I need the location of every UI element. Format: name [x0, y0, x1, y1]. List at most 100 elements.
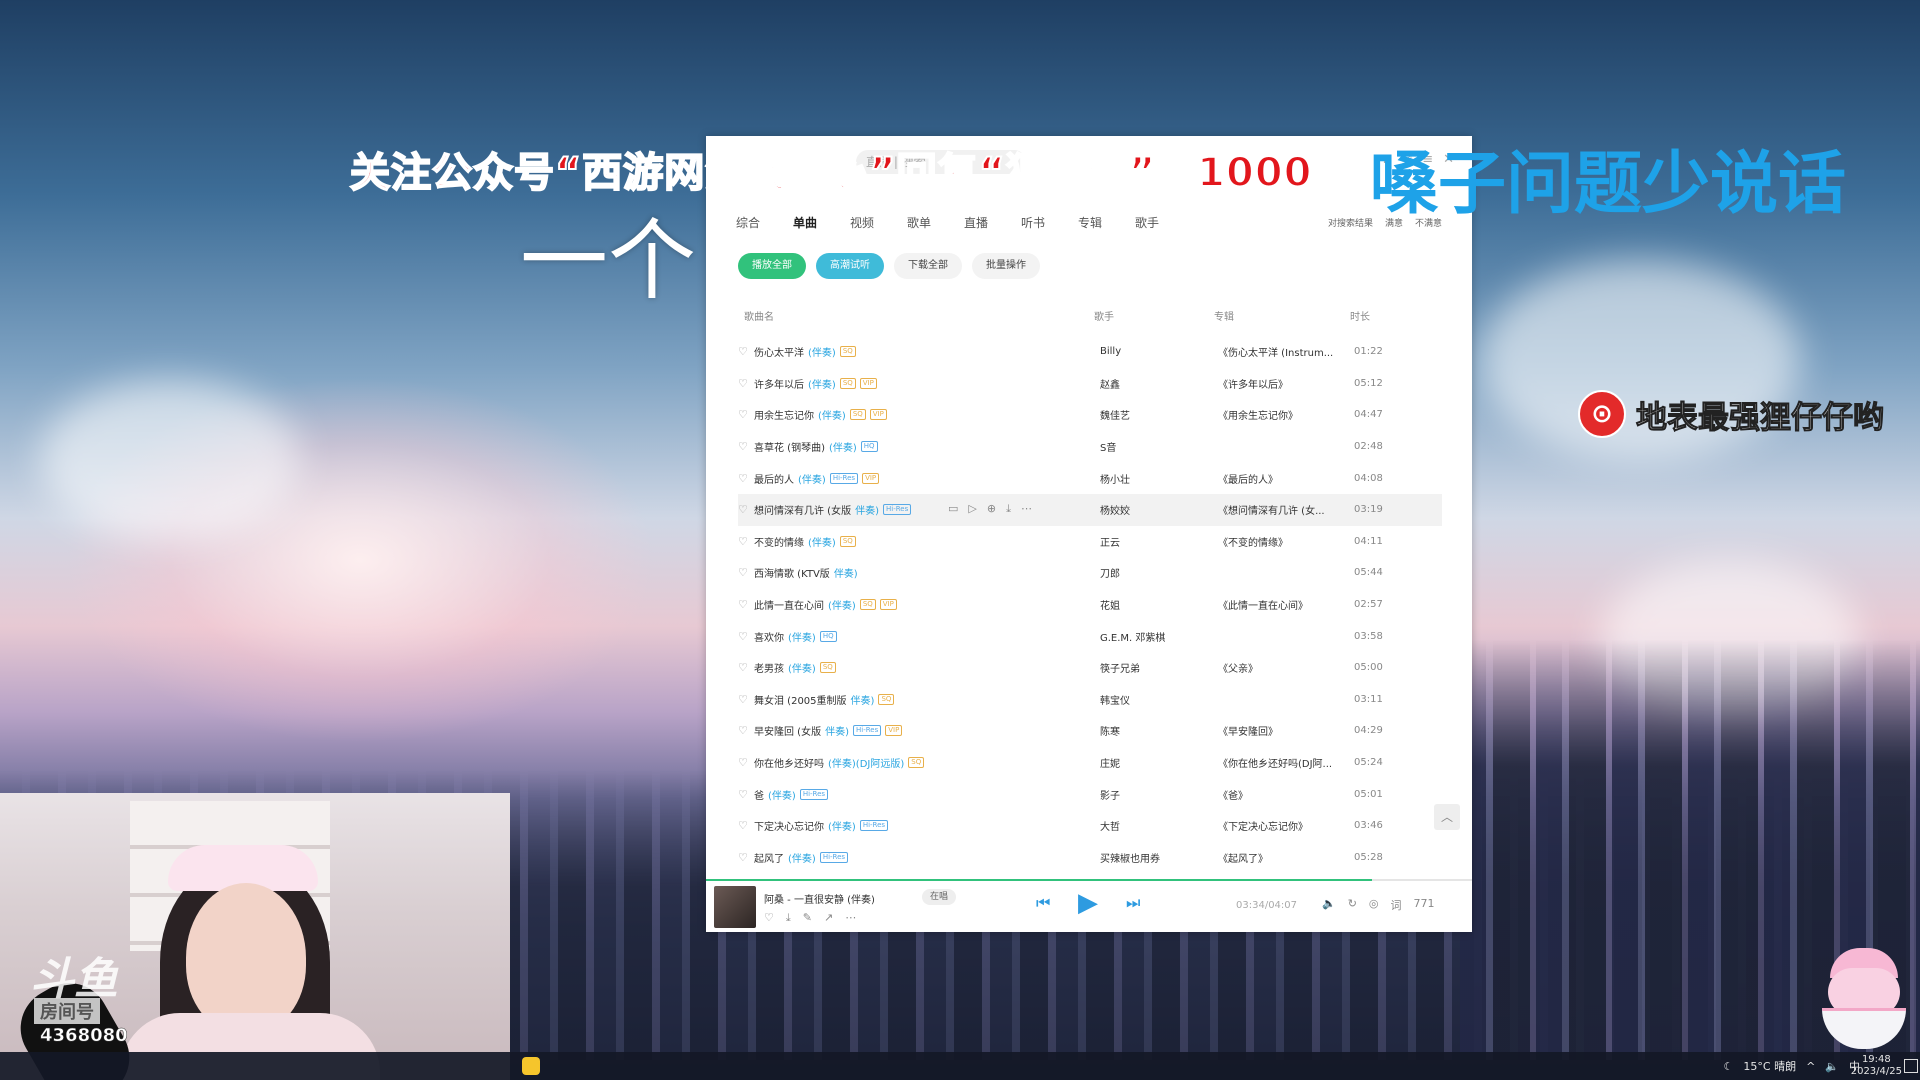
song-singer[interactable]: 庄妮: [1100, 755, 1218, 770]
song-album[interactable]: 《起风了》: [1218, 850, 1354, 865]
song-row[interactable]: ♡ 下定决心忘记你 (伴奏) Hi-Res 大哲 《下定决心忘记你》 03:46: [738, 810, 1442, 842]
lyrics-icon[interactable]: 词: [1391, 897, 1402, 913]
album-cover[interactable]: [714, 886, 756, 928]
song-row[interactable]: ♡ 你在他乡还好吗 (伴奏)(DJ阿远版) SQ 庄妮 《你在他乡还好吗(DJ阿... 05…: [738, 747, 1442, 779]
weather-text[interactable]: 15°C 晴朗: [1743, 1058, 1796, 1074]
song-album[interactable]: 《不变的情缘》: [1218, 534, 1354, 549]
song-row[interactable]: ♡ 此情一直在心间 (伴奏) SQ VIP 花姐 《此情一直在心间》 02:57: [738, 589, 1442, 621]
heart-icon[interactable]: ♡: [738, 724, 754, 737]
song-singer[interactable]: 杨姣姣: [1100, 502, 1218, 517]
prev-icon[interactable]: ⏮: [1036, 893, 1050, 913]
song-row[interactable]: ♡ 许多年以后 (伴奏) SQ VIP 赵鑫 《许多年以后》 05:12: [738, 368, 1442, 400]
chevron-up-icon[interactable]: ^: [1806, 1060, 1815, 1073]
comment-icon[interactable]: ✎: [803, 911, 812, 925]
play-row-icon[interactable]: ▷: [968, 502, 976, 516]
loop-icon[interactable]: ↻: [1348, 897, 1357, 913]
song-singer[interactable]: S音: [1100, 439, 1218, 454]
download-row-icon[interactable]: ⤓: [1006, 502, 1011, 516]
like-icon[interactable]: ♡: [764, 911, 774, 925]
song-singer[interactable]: 花姐: [1100, 597, 1218, 612]
clock[interactable]: 19:48 2023/4/25: [1851, 1054, 1902, 1078]
song-singer[interactable]: Billy: [1100, 346, 1218, 357]
hires-preview-button[interactable]: 高潮试听: [816, 253, 884, 279]
play-icon[interactable]: ▶: [1078, 888, 1098, 918]
song-row[interactable]: ♡ 喜草花 (钢琴曲) (伴奏) HQ S音 02:48: [738, 431, 1442, 463]
song-album[interactable]: 《下定决心忘记你》: [1218, 818, 1354, 833]
song-singer[interactable]: 筷子兄弟: [1100, 660, 1218, 675]
now-playing-title[interactable]: 阿桑 - 一直很安静 (伴奏): [764, 891, 875, 906]
col-duration[interactable]: 时长: [1350, 308, 1370, 323]
song-album[interactable]: 《伤心太平洋 (Instrum...: [1218, 344, 1354, 359]
download-icon[interactable]: ⤓: [786, 911, 791, 925]
scroll-top-button[interactable]: ︿: [1434, 804, 1460, 830]
tab-4[interactable]: 直播: [964, 214, 1021, 231]
tab-6[interactable]: 专辑: [1078, 214, 1135, 231]
song-row[interactable]: ♡ 喜欢你 (伴奏) HQ G.E.M. 邓紫棋 03:58: [738, 620, 1442, 652]
heart-icon[interactable]: ♡: [738, 598, 754, 611]
heart-icon[interactable]: ♡: [738, 851, 754, 864]
song-singer[interactable]: 魏佳艺: [1100, 407, 1218, 422]
more-row-icon[interactable]: ⋯: [1021, 502, 1032, 516]
song-album[interactable]: 《你在他乡还好吗(DJ阿...: [1218, 755, 1354, 770]
song-album[interactable]: 《想问情深有几许 (女...: [1218, 502, 1354, 517]
heart-icon[interactable]: ♡: [738, 535, 754, 548]
song-singer[interactable]: 买辣椒也用券: [1100, 850, 1218, 865]
tab-2[interactable]: 视频: [850, 214, 907, 231]
song-singer[interactable]: 影子: [1100, 787, 1218, 802]
song-singer[interactable]: 杨小壮: [1100, 471, 1218, 486]
song-row[interactable]: ♡ 不变的情缘 (伴奏) SQ 正云 《不变的情缘》 04:11: [738, 526, 1442, 558]
col-singer[interactable]: 歌手: [1094, 308, 1114, 323]
heart-icon[interactable]: ♡: [738, 440, 754, 453]
song-row[interactable]: ♡ 想问情深有几许 (女版 伴奏) Hi-Res 杨姣姣 《想问情深有几许 (女... 03…: [738, 493, 1442, 526]
add-icon[interactable]: ⊕: [987, 502, 996, 516]
song-row[interactable]: ♡ 最后的人 (伴奏) Hi-Res VIP 杨小壮 《最后的人》 04:08: [738, 462, 1442, 494]
tab-0[interactable]: 综合: [736, 214, 793, 231]
tab-7[interactable]: 歌手: [1135, 214, 1192, 231]
song-album[interactable]: 《许多年以后》: [1218, 376, 1354, 391]
tab-1[interactable]: 单曲: [793, 214, 850, 231]
volume-icon[interactable]: 🔈: [1322, 897, 1336, 913]
heart-icon[interactable]: ♡: [738, 503, 754, 516]
heart-icon[interactable]: ♡: [738, 472, 754, 485]
tab-5[interactable]: 听书: [1021, 214, 1078, 231]
song-row[interactable]: ♡ 爸 (伴奏) Hi-Res 影子 《爸》 05:01: [738, 778, 1442, 810]
song-row[interactable]: ♡ 用余生忘记你 (伴奏) SQ VIP 魏佳艺 《用余生忘记你》 04:47: [738, 399, 1442, 431]
col-album[interactable]: 专辑: [1214, 308, 1234, 323]
song-singer[interactable]: 韩宝仪: [1100, 692, 1218, 707]
song-singer[interactable]: 大哲: [1100, 818, 1218, 833]
share-icon[interactable]: ↗: [824, 911, 833, 925]
play-all-button[interactable]: 播放全部: [738, 253, 806, 279]
song-singer[interactable]: 赵鑫: [1100, 376, 1218, 391]
notification-icon[interactable]: [1904, 1059, 1918, 1073]
song-album[interactable]: 《此情一直在心间》: [1218, 597, 1354, 612]
singing-chip[interactable]: 在唱: [922, 889, 957, 905]
heart-icon[interactable]: ♡: [738, 630, 754, 643]
heart-icon[interactable]: ♡: [738, 377, 754, 390]
song-album[interactable]: 《爸》: [1218, 787, 1354, 802]
next-icon[interactable]: ⏭: [1126, 893, 1140, 913]
song-singer[interactable]: 正云: [1100, 534, 1218, 549]
song-album[interactable]: 《早安隆回》: [1218, 723, 1354, 738]
mv-icon[interactable]: ▭: [948, 502, 958, 516]
song-row[interactable]: ♡ 起风了 (伴奏) Hi-Res 买辣椒也用券 《起风了》 05:28: [738, 842, 1442, 874]
heart-icon[interactable]: ♡: [738, 345, 754, 358]
song-row[interactable]: ♡ 老男孩 (伴奏) SQ 筷子兄弟 《父亲》 05:00: [738, 652, 1442, 684]
speaker-icon[interactable]: 🔈: [1825, 1060, 1839, 1073]
song-row[interactable]: ♡ 舞女泪 (2005重制版 伴奏) SQ 韩宝仪 03:11: [738, 684, 1442, 716]
song-row[interactable]: ♡ 伤心太平洋 (伴奏) SQ Billy 《伤心太平洋 (Instrum... 01:22: [738, 336, 1442, 368]
song-row[interactable]: ♡ 早安隆回 (女版 伴奏) Hi-Res VIP 陈寒 《早安隆回》 04:29: [738, 715, 1442, 747]
heart-icon[interactable]: ♡: [738, 756, 754, 769]
song-album[interactable]: 《最后的人》: [1218, 471, 1354, 486]
song-singer[interactable]: 陈寒: [1100, 723, 1218, 738]
batch-operation-button[interactable]: 批量操作: [972, 253, 1040, 279]
heart-icon[interactable]: ♡: [738, 693, 754, 706]
song-album[interactable]: 《用余生忘记你》: [1218, 407, 1354, 422]
playlist-count[interactable]: 771: [1414, 897, 1435, 913]
heart-icon[interactable]: ♡: [738, 566, 754, 579]
tab-3[interactable]: 歌单: [907, 214, 964, 231]
song-singer[interactable]: G.E.M. 邓紫棋: [1100, 629, 1218, 644]
heart-icon[interactable]: ♡: [738, 788, 754, 801]
heart-icon[interactable]: ♡: [738, 661, 754, 674]
download-all-button[interactable]: 下载全部: [894, 253, 962, 279]
sound-effect-icon[interactable]: ◎: [1369, 897, 1379, 913]
